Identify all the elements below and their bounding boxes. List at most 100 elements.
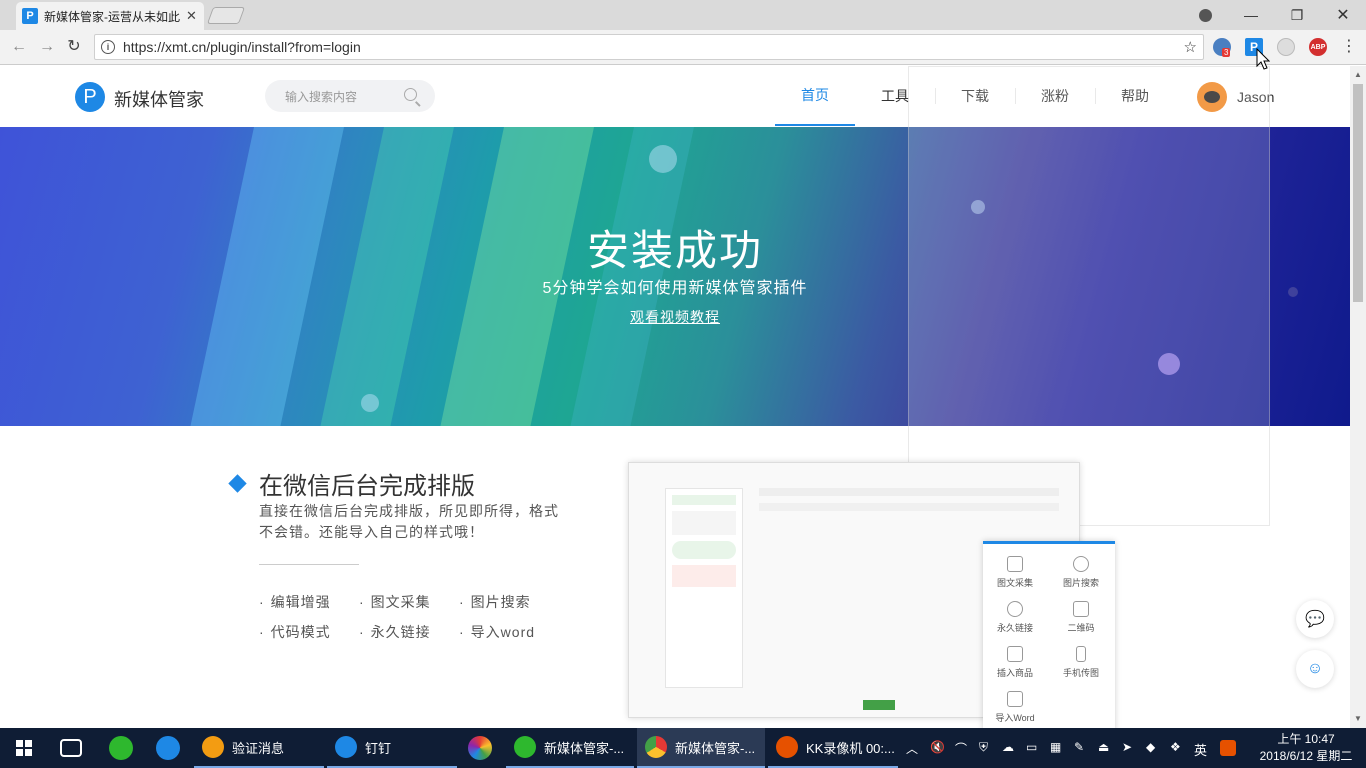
popup-item-label: 永久链接 xyxy=(996,623,1033,633)
popup-import-word-icon[interactable]: 导入Word xyxy=(985,691,1045,724)
extension-badge: 3 xyxy=(1222,48,1231,57)
popup-collect-icon[interactable]: 图文采集 xyxy=(985,556,1045,589)
wechat-taskbar-icon[interactable] xyxy=(109,736,133,760)
taskbar-item-label: 新媒体管家-... xyxy=(544,740,625,756)
address-bar[interactable]: i https://xmt.cn/plugin/install?from=log… xyxy=(94,34,1204,60)
tool-tray-icon[interactable]: ✎ xyxy=(1074,740,1084,754)
extension-loading-icon[interactable] xyxy=(1277,38,1295,56)
system-clock[interactable]: 上午 10:47 2018/6/12 星期二 xyxy=(1254,731,1358,765)
scrollbar-thumb[interactable] xyxy=(1353,84,1363,302)
web-page: P 新媒体管家 输入搜索内容 首页 工具 下载 涨粉 帮助 Jason 安装成功… xyxy=(0,66,1350,728)
ime-indicator[interactable]: 英 xyxy=(1194,740,1207,759)
feature-diamond-icon xyxy=(228,474,247,493)
photos-taskbar-icon[interactable] xyxy=(468,736,492,760)
banner-bubble xyxy=(361,394,379,412)
popup-image-search-icon[interactable]: 图片搜索 xyxy=(1051,556,1111,589)
popup-qrcode-icon[interactable]: 二维码 xyxy=(1051,601,1111,634)
adblock-icon[interactable]: ABP xyxy=(1309,38,1327,56)
brand-name[interactable]: 新媒体管家 xyxy=(114,86,204,112)
search-placeholder: 输入搜索内容 xyxy=(285,89,358,104)
usb-tray-icon[interactable]: ⏏ xyxy=(1098,740,1109,754)
tab-title: 新媒体管家-运营从未如此 xyxy=(44,9,180,24)
cursor-tray-icon[interactable]: ➤ xyxy=(1122,740,1132,754)
taskbar-item-kk-recorder[interactable]: KK录像机 00:... xyxy=(768,728,898,768)
taskbar-item-xmt-chrome[interactable]: 新媒体管家-... xyxy=(637,728,765,768)
cloud-tray-icon[interactable]: ☁ xyxy=(1002,740,1014,754)
screenshot-toolbar xyxy=(759,488,1059,496)
taskbar-item-verify-message[interactable]: 验证消息 xyxy=(194,728,324,768)
tab-close-icon[interactable]: ✕ xyxy=(186,8,197,24)
nav-home[interactable]: 首页 xyxy=(775,66,855,126)
feature-title: 在微信后台完成排版 xyxy=(259,473,475,500)
volume-icon[interactable]: 🔇 xyxy=(930,740,945,754)
page-scrollbar[interactable]: ▲ ▼ xyxy=(1350,66,1366,728)
mouse-cursor-icon xyxy=(1256,48,1270,70)
minimize-button[interactable]: — xyxy=(1228,0,1274,30)
chrome-icon xyxy=(645,736,667,758)
popup-item-label: 导入Word xyxy=(995,713,1035,723)
taskbar-item-label: 钉钉 xyxy=(365,740,392,756)
reload-button[interactable]: ↻ xyxy=(63,37,85,57)
forward-button[interactable]: → xyxy=(36,37,58,57)
feature-item: 永久链接 xyxy=(359,622,431,642)
windows-taskbar: 验证消息 钉钉 新媒体管家-... 新媒体管家-... KK录像机 00:...… xyxy=(0,728,1366,768)
grid-tray-icon[interactable]: ▦ xyxy=(1050,740,1061,754)
new-tab-button[interactable] xyxy=(206,7,246,24)
tray-expand-icon[interactable]: ︿ xyxy=(906,740,918,757)
feature-item: 导入word xyxy=(459,622,535,642)
browser-tab-bar: P 新媒体管家-运营从未如此 ✕ — ❐ ✕ xyxy=(0,0,1366,30)
feature-item: 代码模式 xyxy=(259,622,331,642)
screenshot-save-button xyxy=(863,700,895,710)
start-button[interactable] xyxy=(0,728,48,768)
back-button[interactable]: ← xyxy=(8,37,30,57)
site-info-icon[interactable]: i xyxy=(101,40,115,54)
popup-insert-product-icon[interactable]: 插入商品 xyxy=(985,646,1045,679)
sogou-taskbar-icon[interactable] xyxy=(156,736,180,760)
popup-permalink-icon[interactable]: 永久链接 xyxy=(985,601,1045,634)
wechat-float-icon[interactable]: 💬 xyxy=(1296,600,1334,638)
taskbar-item-xmt-1[interactable]: 新媒体管家-... xyxy=(506,728,634,768)
feature-item: 编辑增强 xyxy=(259,592,331,612)
close-window-button[interactable]: ✕ xyxy=(1320,0,1366,30)
task-view-icon[interactable] xyxy=(60,739,82,757)
security-tray-icon[interactable]: ⛨ xyxy=(979,740,988,755)
site-search-input[interactable]: 输入搜索内容 xyxy=(265,80,435,112)
popup-item-label: 插入商品 xyxy=(996,668,1033,678)
scroll-down-arrow-icon[interactable]: ▼ xyxy=(1354,714,1362,723)
profile-icon[interactable] xyxy=(1182,0,1228,30)
browser-toolbar: ← → ↻ i https://xmt.cn/plugin/install?fr… xyxy=(0,30,1366,65)
browser-tab[interactable]: P 新媒体管家-运营从未如此 ✕ xyxy=(16,2,204,30)
feature-divider xyxy=(259,564,359,565)
restore-button[interactable]: ❐ xyxy=(1274,0,1320,30)
kk-recorder-icon xyxy=(776,736,798,758)
taskbar-item-label: KK录像机 00:... xyxy=(806,740,895,756)
network-icon[interactable]: ⌒ xyxy=(955,740,967,757)
screenshot-toolbar xyxy=(759,503,1059,511)
sogou-ime-icon[interactable] xyxy=(1220,740,1236,756)
extension-globe-icon[interactable]: 3 xyxy=(1213,38,1231,57)
site-logo-icon[interactable]: P xyxy=(75,82,105,112)
taskbar-item-dingtalk[interactable]: 钉钉 xyxy=(327,728,457,768)
popup-item-label: 图文采集 xyxy=(996,578,1033,588)
app-tray-icon[interactable]: ❖ xyxy=(1170,740,1181,754)
popup-phone-upload-icon[interactable]: 手机传图 xyxy=(1051,646,1111,679)
search-icon[interactable] xyxy=(404,88,417,101)
bookmark-star-icon[interactable]: ☆ xyxy=(1184,38,1197,56)
dingtalk-tray-icon[interactable]: ◆ xyxy=(1146,740,1155,754)
customer-service-float-icon[interactable]: ☺ xyxy=(1296,650,1334,688)
scroll-up-arrow-icon[interactable]: ▲ xyxy=(1354,70,1362,79)
popup-item-label: 图片搜索 xyxy=(1062,578,1099,588)
banner-bubble xyxy=(649,145,677,173)
clock-time: 上午 10:47 xyxy=(1277,732,1335,746)
dingtalk-icon xyxy=(335,736,357,758)
extension-popup-overlay xyxy=(908,66,1270,526)
chrome-menu-icon[interactable]: ⋮ xyxy=(1338,37,1360,57)
device-tray-icon[interactable]: ▭ xyxy=(1026,740,1037,754)
screenshot-sidebar xyxy=(665,488,743,688)
taskbar-item-label: 新媒体管家-... xyxy=(675,740,756,756)
popup-item-label: 手机传图 xyxy=(1062,668,1099,678)
site-favicon-icon: P xyxy=(22,8,38,24)
popup-item-label: 二维码 xyxy=(1067,623,1095,633)
feature-item: 图片搜索 xyxy=(459,592,531,612)
windows-logo-icon xyxy=(16,740,32,756)
